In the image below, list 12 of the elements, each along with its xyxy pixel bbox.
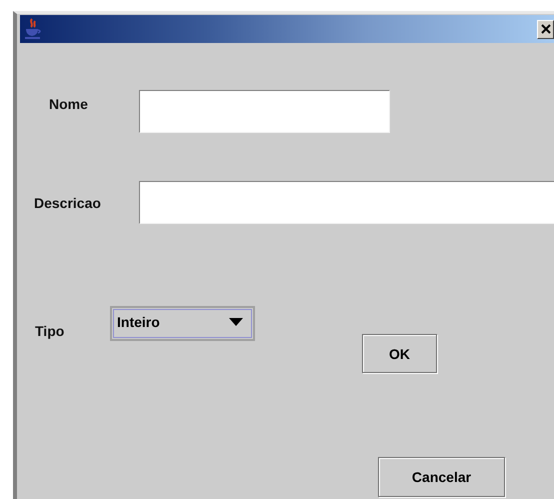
ok-button[interactable]: OK [362, 334, 437, 373]
close-button[interactable] [537, 20, 554, 38]
text-field[interactable] [139, 181, 554, 224]
dropdown-arrow-icon [229, 318, 243, 326]
field-label: Tipo [35, 323, 66, 339]
cancel-button[interactable]: Cancelar [378, 457, 505, 497]
close-icon [540, 24, 550, 34]
coffee-cup-icon [23, 18, 43, 40]
text-field[interactable] [139, 90, 390, 133]
field-label: Descricao [33, 194, 102, 210]
field-label: Nome [48, 96, 89, 112]
type-dropdown[interactable]: Inteiro [110, 306, 255, 341]
